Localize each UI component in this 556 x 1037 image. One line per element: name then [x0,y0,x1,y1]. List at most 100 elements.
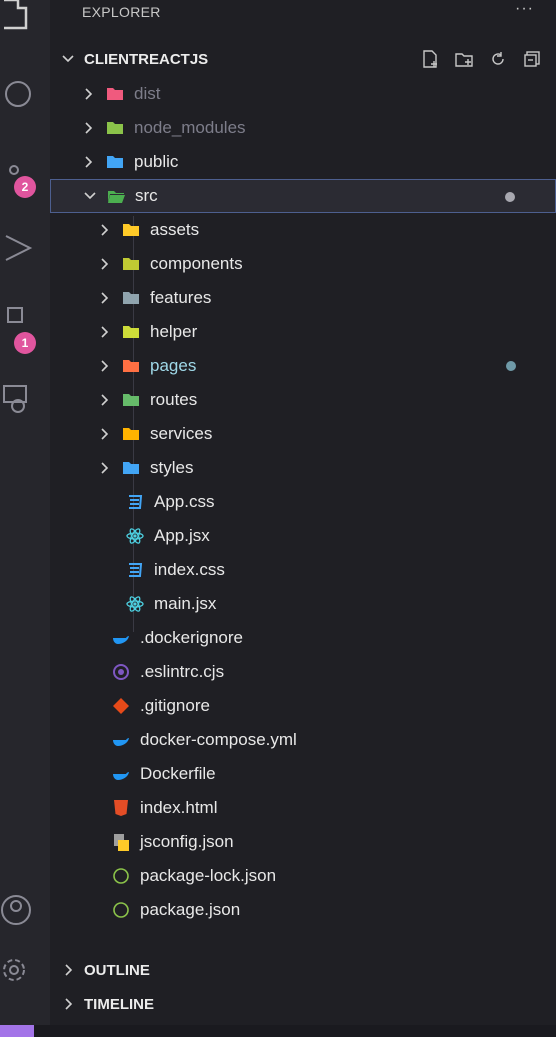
modified-indicator-dot [506,361,516,371]
tree-item-label: components [150,254,243,273]
explorer-sidebar: EXPLORER ··· CLIENTREACTJS dist node_modu… [50,0,556,1037]
tree-item-label: helper [150,322,198,341]
folder-routes-icon [123,394,139,406]
tree-item-label: package.json [140,900,241,919]
timeline-section[interactable]: TIMELINE [50,987,556,1021]
tree-item-label: App.css [154,492,215,511]
new-file-icon[interactable] [420,49,440,69]
remote-status-indicator[interactable] [0,1025,34,1037]
tree-item-label: dist [134,84,161,103]
tree-file-row[interactable]: index.css [50,553,556,587]
chevron-down-icon [62,55,74,63]
collapse-all-icon[interactable] [522,49,542,69]
chevron-right-icon [65,964,73,976]
search-icon[interactable] [0,74,40,114]
remote-explorer-icon[interactable] [0,380,40,420]
tree-file-row[interactable]: App.css [50,485,556,519]
chevron-right-icon [101,292,109,304]
tree-file-row[interactable]: App.jsx [50,519,556,553]
settings-gear-icon[interactable] [0,950,40,990]
chevron-right-icon [101,360,109,372]
tree-item-label: .gitignore [140,696,210,715]
run-debug-icon[interactable] [0,228,40,268]
tree-item-label: .dockerignore [140,628,244,647]
tree-file-row[interactable]: .gitignore [50,689,556,723]
project-header[interactable]: CLIENTREACTJS [50,42,556,76]
tree-item-label: node_modules [134,118,246,137]
outline-label: OUTLINE [84,961,150,979]
git-file-icon [113,698,129,714]
chevron-right-icon [65,998,73,1010]
tree-item-label: index.css [154,560,225,579]
folder-assets-icon [123,224,139,236]
folder-src-icon [108,191,125,203]
tree-folder-row[interactable]: pages [50,349,556,383]
tree-folder-row[interactable]: services [50,417,556,451]
tree-folder-row[interactable]: routes [50,383,556,417]
chevron-right-icon [101,428,109,440]
chevron-right-icon [85,88,93,100]
tree-file-row[interactable]: main.jsx [50,587,556,621]
activity-bar: 2 1 [0,0,50,1037]
docker-file-icon [113,738,129,746]
tree-file-row[interactable]: jsconfig.json [50,825,556,859]
folder-node-icon [107,122,123,134]
tree-folder-row[interactable]: assets [50,213,556,247]
chevron-right-icon [101,394,109,406]
files-icon[interactable] [0,0,40,32]
timeline-label: TIMELINE [84,995,154,1013]
tree-folder-row[interactable]: styles [50,451,556,485]
tree-item-label: Dockerfile [140,764,216,783]
folder-styles-icon [123,462,139,474]
outline-section[interactable]: OUTLINE [50,953,556,987]
react-file-icon [126,528,144,544]
chevron-right-icon [101,326,109,338]
tree-item-label: package-lock.json [140,866,277,885]
tree-folder-row[interactable]: node_modules [50,111,556,145]
tree-item-label: jsconfig.json [140,832,234,851]
folder-components-icon [123,258,139,270]
tree-item-label: index.html [140,798,218,817]
new-folder-icon[interactable] [454,49,474,69]
tree-item-label: assets [150,220,200,239]
folder-pages-icon [123,360,139,372]
chevron-down-icon [84,192,96,200]
tree-item-label: .eslintrc.cjs [140,662,225,681]
tree-folder-row[interactable]: features [50,281,556,315]
tree-file-row[interactable]: Dockerfile [50,757,556,791]
account-icon[interactable] [0,890,40,930]
tree-file-row[interactable]: index.html [50,791,556,825]
explorer-title: EXPLORER [82,4,161,20]
more-actions-icon[interactable]: ··· [515,0,534,18]
tree-file-row[interactable]: docker-compose.yml [50,723,556,757]
tree-folder-row[interactable]: src [50,179,556,213]
tree-file-row[interactable]: .dockerignore [50,621,556,655]
tree-item-label: styles [150,458,194,477]
tree-item-label: pages [150,356,197,375]
tree-item-label: main.jsx [154,594,217,613]
tree-folder-row[interactable]: public [50,145,556,179]
tree-folder-row[interactable]: helper [50,315,556,349]
tree-item-label: services [150,424,213,443]
folder-public-icon [107,156,123,168]
project-name: CLIENTREACTJS [84,50,209,68]
npm-file-icon [113,902,129,918]
tree-folder-row[interactable]: dist [50,77,556,111]
refresh-icon[interactable] [488,49,508,69]
tree-file-row[interactable]: package.json [50,893,556,927]
tree-item-label: App.jsx [154,526,210,545]
tree-file-row[interactable]: package-lock.json [50,859,556,893]
status-bar [0,1025,556,1037]
folder-helper-icon [123,326,139,338]
npm-file-icon [113,868,129,884]
chevron-right-icon [85,122,93,134]
html-file-icon [114,800,128,816]
chevron-right-icon [85,156,93,168]
chevron-right-icon [101,258,109,270]
folder-services-icon [123,428,139,440]
tree-item-label: public [134,152,179,171]
chevron-right-icon [101,462,109,474]
tree-folder-row[interactable]: components [50,247,556,281]
modified-indicator-dot [505,192,515,202]
tree-file-row[interactable]: .eslintrc.cjs [50,655,556,689]
